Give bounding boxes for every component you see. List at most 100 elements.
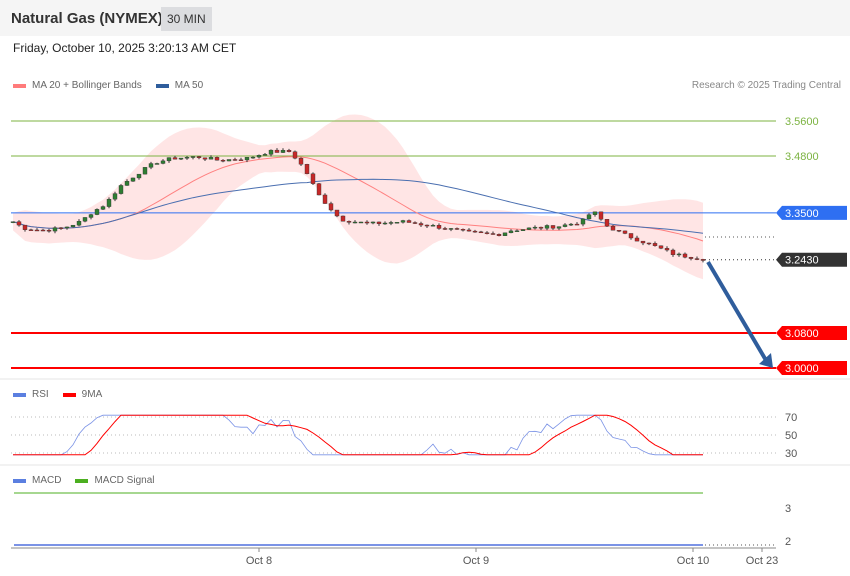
bear-candle [286, 150, 292, 152]
bear-candle [694, 258, 700, 260]
bear-candle [28, 229, 34, 231]
bear-candle [406, 220, 412, 223]
bear-candle [220, 159, 226, 162]
bull-candle [154, 163, 160, 165]
price-chart[interactable]: 3.5600 3.4800 3.3500 3.2430 3.0800 3.0000 70 5… [0, 0, 850, 576]
bear-candle [304, 164, 310, 175]
bull-candle [514, 230, 520, 232]
bear-candle [232, 159, 238, 161]
bull-candle [82, 217, 88, 222]
bear-candle [58, 227, 64, 229]
bear-candle [436, 225, 442, 229]
bear-candle [646, 242, 652, 245]
bull-candle [118, 185, 124, 194]
bear-candle [418, 223, 424, 226]
bear-candle [490, 233, 496, 235]
bear-candle [472, 230, 478, 233]
bull-candle [544, 225, 550, 229]
bear-candle [442, 228, 448, 230]
rsi-tick: 30 [785, 448, 797, 460]
bull-candle [10, 221, 16, 223]
bear-candle [460, 229, 466, 231]
bear-candle [376, 221, 382, 224]
bear-candle [670, 249, 676, 255]
bear-candle [574, 223, 580, 226]
bull-candle [256, 155, 262, 158]
bull-candle [562, 224, 568, 227]
bear-candle [214, 157, 220, 161]
bear-candle [346, 221, 352, 223]
bear-candle [322, 194, 328, 204]
bear-candle [292, 151, 298, 159]
bull-candle [676, 253, 682, 256]
bull-candle [268, 149, 274, 155]
bear-candle [364, 221, 370, 224]
bull-candle [130, 177, 136, 182]
bear-candle [478, 231, 484, 234]
bull-candle [586, 214, 592, 220]
bull-candle [250, 156, 256, 159]
bear-candle [550, 225, 556, 229]
bull-candle [76, 221, 82, 226]
bull-candle [430, 225, 436, 227]
bull-candle [184, 157, 190, 159]
bear-candle [238, 159, 244, 161]
bull-candle [160, 160, 166, 164]
bull-candle [556, 226, 562, 229]
support-price-label: 3.0800 [785, 328, 819, 340]
last-price-label: 3.2430 [785, 255, 819, 267]
bull-candle [244, 157, 250, 161]
bull-candle [526, 227, 532, 230]
bear-candle [16, 221, 22, 226]
bear-candle [328, 203, 334, 211]
bull-candle [400, 220, 406, 223]
bull-candle [106, 198, 112, 207]
bear-candle [496, 234, 502, 236]
bull-candle [262, 154, 268, 156]
bull-candle [100, 206, 106, 210]
x-tick-label: Oct 8 [246, 555, 272, 567]
bear-candle [466, 229, 472, 232]
bull-candle [520, 229, 526, 231]
bear-candle [202, 157, 208, 160]
bear-candle [610, 225, 616, 231]
bear-candle [658, 245, 664, 249]
bear-candle [34, 229, 40, 232]
bull-candle [52, 227, 58, 232]
bear-candle [538, 226, 544, 229]
rsi-tick: 70 [785, 412, 797, 424]
bull-candle [178, 157, 184, 160]
support-price-label: 3.0000 [785, 363, 819, 375]
bear-candle [22, 224, 28, 230]
bull-candle [352, 221, 358, 224]
macd-tick: 3 [785, 503, 791, 515]
bear-candle [340, 215, 346, 222]
bear-candle [634, 237, 640, 242]
bear-candle [598, 211, 604, 220]
x-tick-label: Oct 10 [677, 555, 709, 567]
bear-candle [424, 224, 430, 227]
bull-candle [388, 222, 394, 224]
bull-candle [94, 209, 100, 215]
bull-candle [280, 150, 286, 153]
bull-candle [592, 211, 598, 215]
bear-candle [298, 157, 304, 165]
bull-candle [88, 214, 94, 218]
bear-candle [40, 229, 46, 232]
bear-candle [700, 259, 706, 261]
bear-candle [454, 228, 460, 230]
bull-candle [382, 222, 388, 225]
bull-candle [580, 218, 586, 225]
x-tick-label: Oct 9 [463, 555, 489, 567]
bear-candle [196, 156, 202, 159]
pivot-price-label: 3.3500 [785, 208, 819, 220]
bear-candle [652, 243, 658, 246]
bear-candle [604, 219, 610, 227]
bull-candle [532, 226, 538, 229]
bear-candle [484, 232, 490, 234]
rsi-tick: 50 [785, 430, 797, 442]
bull-candle [64, 226, 70, 229]
bull-candle [70, 224, 76, 228]
bull-candle [568, 223, 574, 226]
bull-candle [142, 167, 148, 175]
